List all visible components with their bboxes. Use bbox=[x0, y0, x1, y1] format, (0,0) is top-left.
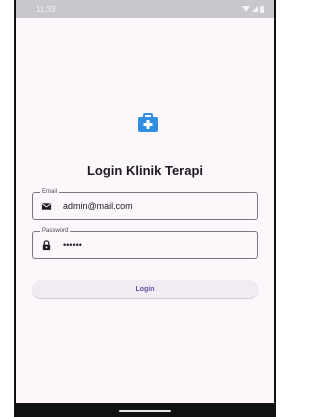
app-screen: 11:33 Login Klinik Terapi Email admin@ma… bbox=[16, 0, 274, 403]
status-icons bbox=[242, 5, 264, 13]
signal-icon bbox=[252, 6, 258, 12]
email-label: Email bbox=[40, 188, 60, 196]
lock-icon bbox=[42, 240, 51, 251]
status-time: 11:33 bbox=[36, 4, 56, 14]
page-title: Login Klinik Terapi bbox=[86, 163, 204, 178]
mail-icon bbox=[41, 203, 52, 210]
navigation-bar bbox=[14, 403, 276, 417]
status-bar: 11:33 bbox=[16, 0, 274, 18]
login-button[interactable]: Login bbox=[32, 280, 258, 298]
password-input[interactable]: •••••• bbox=[63, 240, 243, 251]
battery-icon bbox=[260, 5, 264, 13]
email-field[interactable]: Email admin@mail.com bbox=[32, 188, 258, 220]
email-input[interactable]: admin@mail.com bbox=[63, 201, 243, 212]
password-field[interactable]: Password •••••• bbox=[32, 227, 258, 259]
device-frame: 11:33 Login Klinik Terapi Email admin@ma… bbox=[14, 0, 276, 417]
password-label: Password bbox=[40, 227, 71, 235]
medical-kit-icon bbox=[138, 113, 158, 132]
home-indicator[interactable] bbox=[119, 410, 171, 412]
wifi-icon bbox=[242, 6, 250, 12]
